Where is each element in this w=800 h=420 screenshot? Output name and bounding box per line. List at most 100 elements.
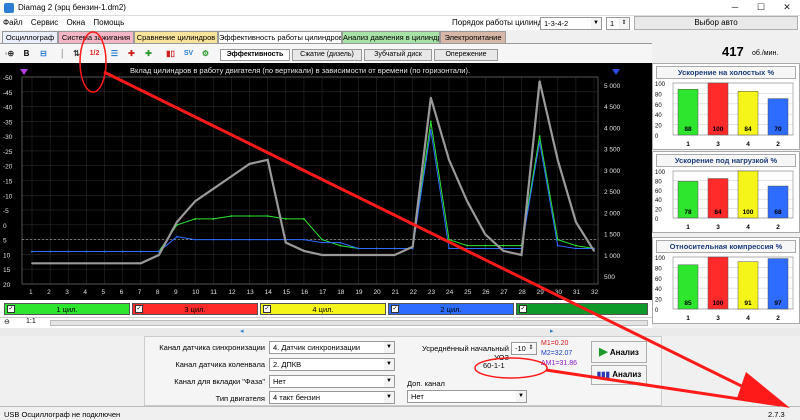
sync-channel-value: 4. Датчик синхронизации [273,343,361,352]
tab-cylinder-compare[interactable]: Сравнение цилиндров [134,31,218,43]
x-tick: 3 [65,289,69,296]
series-point [538,80,541,83]
checkbox-icon[interactable]: ✓ [135,305,143,313]
phase-channel-select[interactable]: Нет ▼ [269,375,395,388]
x-tick: 14 [265,289,273,296]
x-tick: 26 [482,289,490,296]
series-point [339,241,342,244]
cylinder-order-select[interactable]: 1-3-4-2 ▼ [540,17,602,30]
settings-panel: Канал датчика синхронизации 4. Датчик си… [144,336,662,406]
bar-chart-icon[interactable]: ▮▯ [164,47,177,60]
series-point [194,218,197,220]
sv-icon[interactable]: SV [182,47,195,60]
panel-compression: Относительная компрессия % 100 80 60 40 20 0 8… [652,237,800,324]
x-tick: 28 [518,289,526,296]
series-point [466,200,468,203]
avg-advance-spinner[interactable]: -10 ⇕ [511,342,537,355]
cylinder-3-label: 3 цил. [184,305,206,314]
checkbox-icon[interactable]: ✓ [391,305,399,313]
series-point [484,247,487,250]
cylinder-2-toggle[interactable]: ✓ 2 цил. [388,303,514,315]
slider-icon[interactable]: ⊟ [37,47,50,60]
mini-y-tick: 100 [655,170,666,176]
tab-power[interactable]: Электропитание [440,31,506,43]
series-point [49,262,52,265]
series-point [321,238,323,241]
efficiency-chart[interactable]: Вклад цилиндров в работу двигателя (по в… [0,63,652,300]
subtab-advance[interactable]: Опережение [434,49,498,61]
half-scale-icon[interactable]: 1/2 [88,47,101,60]
add-icon[interactable]: ✚ [125,47,138,60]
cylinder-3-toggle[interactable]: ✓ 3 цил. [132,303,258,315]
zoom-row: ⊖ 1:1 [0,317,652,328]
subtab-efficiency[interactable]: Эффективность [220,49,290,61]
add-green-icon[interactable]: ✚ [142,47,155,60]
subtab-gear-disc[interactable]: Зубчатый диск [364,49,432,61]
maximize-button[interactable]: ☐ [748,0,774,16]
x-tick: 22 [410,289,418,296]
x-tick: 19 [355,289,363,296]
series-point [411,245,414,248]
crank-channel-select[interactable]: 2. ДПКВ ▼ [269,358,395,371]
series-point [121,250,124,253]
minus-icon[interactable]: ⊖ [4,318,10,326]
y-left-tick: -50 [3,75,13,82]
panel-load-accel: Ускорение под нагрузкой % 100 80 60 40 20 0 78… [652,151,800,233]
mini-y-tick: 0 [655,308,659,314]
cylinder-5-toggle[interactable]: ✓ [516,303,648,315]
select-car-button[interactable]: Выбор авто [634,16,798,30]
window-title: Diamag 2 (эрц бензин-1.dm2) [18,3,126,12]
menu-file[interactable]: Файл [0,16,26,27]
series-point [429,96,432,99]
analyze-chart-button[interactable]: ▮▮▮ Анализ [591,365,647,385]
tab-pressure-analysis[interactable]: Анализ давления в цилиндре [342,31,440,43]
series-point [248,163,251,165]
bold-icon[interactable]: B [20,47,33,60]
minimize-button[interactable]: ─ [722,0,748,16]
splitter[interactable]: ◂ ▸ [0,328,800,336]
collapse-right-icon[interactable]: ▸ [550,327,554,335]
series-point [466,247,468,250]
engine-type-select[interactable]: 4 такт бензин ▼ [269,391,395,404]
status-text: USB Осциллограф не подключен [4,410,121,419]
sort-icon[interactable]: ⇅ [70,47,83,60]
mini-bar-value: 68 [774,209,782,216]
mini-y-tick: 60 [655,277,662,283]
collapse-left-icon[interactable]: ◂ [240,327,244,335]
x-tick: 20 [373,289,381,296]
cylinder-1-toggle[interactable]: ✓ 1 цил. [4,303,130,315]
mini-x-label: 1 [686,315,690,322]
mini-x-label: 4 [746,315,750,322]
y-right-tick: 500 [604,274,615,281]
analyze-button[interactable]: ▶ Анализ [591,341,647,363]
series-point [67,250,70,253]
close-button[interactable]: ✕ [774,0,800,16]
adjust-icon[interactable]: ⚙ [199,47,212,60]
extra-channel-select[interactable]: Нет ▼ [407,390,527,403]
chart-scrollbar[interactable] [50,320,648,326]
tab-ignition[interactable]: Система зажигания [58,31,134,43]
cylinder-counter[interactable]: 1 ⇕ [606,17,630,30]
x-tick: 31 [573,289,581,296]
series-point [103,262,106,265]
list-icon[interactable]: ☰ [108,47,121,60]
sync-channel-select[interactable]: 4. Датчик синхронизации ▼ [269,341,395,354]
menu-windows[interactable]: Окна [64,16,89,27]
x-tick: 1 [29,289,33,296]
x-tick: 30 [555,289,563,296]
subtab-compression[interactable]: Сжатие (дизель) [292,49,362,61]
menu-service[interactable]: Сервис [28,16,61,27]
tab-oscillograph[interactable]: Осциллограф [2,31,58,43]
checkbox-icon[interactable]: ✓ [7,305,15,313]
waveform-icon[interactable]: ◦⊕ [3,47,16,60]
checkbox-icon[interactable]: ✓ [263,305,271,313]
chart-icon: ▮▮▮ [596,370,610,379]
y-left-tick: -15 [3,179,13,186]
checkbox-icon[interactable]: ✓ [519,305,527,313]
series-line-0 [32,121,595,252]
mini-bar-value: 84 [714,209,722,216]
cylinder-4-toggle[interactable]: ✓ 4 цил. [260,303,386,315]
x-tick: 11 [210,289,217,296]
y-left-tick: 0 [3,223,7,230]
menu-help[interactable]: Помощь [90,16,127,27]
